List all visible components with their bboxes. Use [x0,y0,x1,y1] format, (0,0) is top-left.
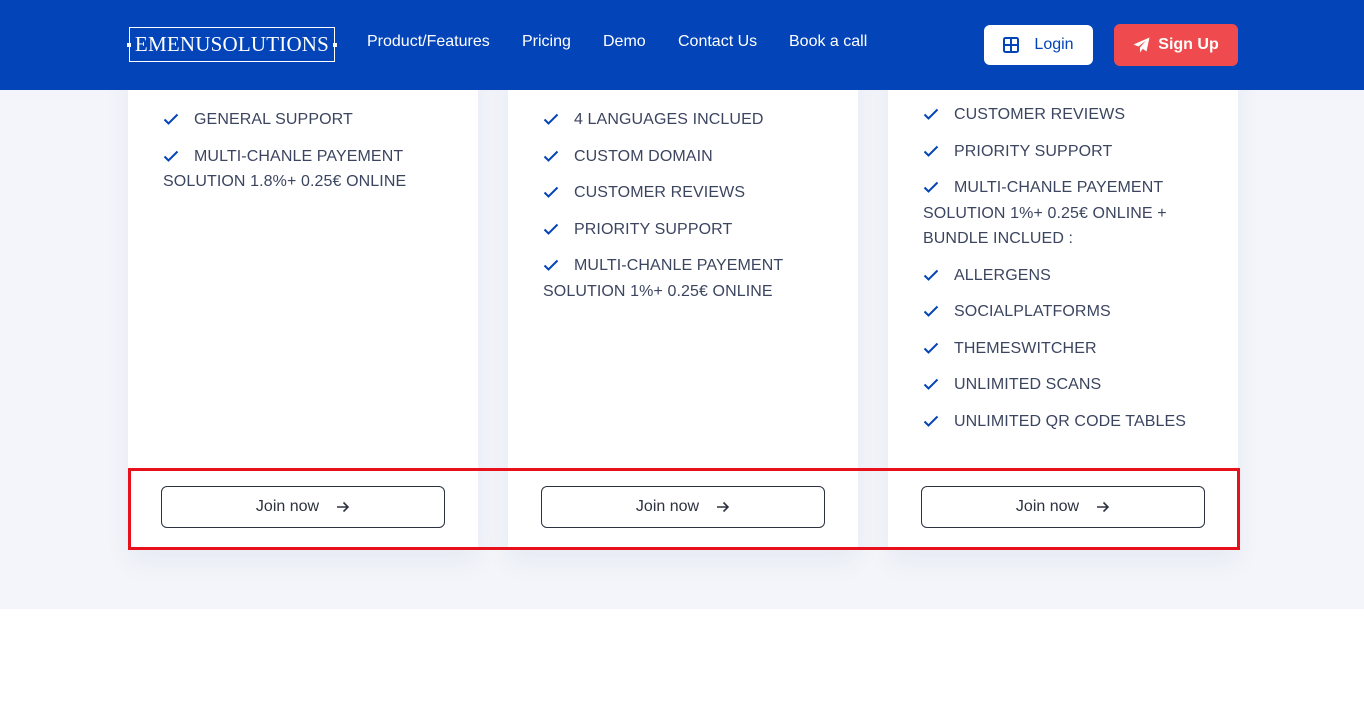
join-now-button[interactable]: Join now [541,486,825,528]
feature-item: CUSTOM DOMAIN [543,144,843,170]
pricing-section: GENERAL SUPPORT MULTI-CHANLE PAYEMENT SO… [0,0,1364,609]
nav-product-features[interactable]: Product/Features [367,33,490,51]
join-now-button[interactable]: Join now [161,486,445,528]
check-icon [923,181,939,193]
join-now-label: Join now [635,498,700,515]
arrow-right-icon [1097,501,1110,513]
join-now-label: Join now [255,498,320,515]
arrow-right-icon [717,501,730,513]
check-icon [543,259,559,271]
feature-item: UNLIMITED SCANS [923,372,1223,398]
check-icon [923,145,939,157]
check-icon [923,269,939,281]
feature-item: MULTI-CHANLE PAYEMENT SOLUTION 1%+ 0.25€… [543,253,843,304]
check-icon [543,186,559,198]
signup-label: Sign Up [1158,36,1219,53]
feature-item: THEMESWITCHER [923,336,1223,362]
check-icon [543,223,559,235]
feature-item: MULTI-CHANLE PAYEMENT SOLUTION 1.8%+ 0.2… [163,144,463,195]
join-now-label: Join now [1015,498,1080,515]
feature-item: PRIORITY SUPPORT [923,139,1223,165]
check-icon [923,415,939,427]
login-button[interactable]: Login [984,25,1093,65]
feature-label: SOCIALPLATFORMS [954,303,1111,320]
arrow-right-icon [337,501,350,513]
feature-label: CUSTOMER REVIEWS [574,184,746,201]
feature-item: MULTI-CHANLE PAYEMENT SOLUTION 1%+ 0.25€… [923,175,1223,252]
signup-button[interactable]: Sign Up [1114,24,1238,66]
feature-label: THEMESWITCHER [954,339,1097,357]
check-icon [923,378,939,390]
feature-item: CUSTOMER REVIEWS [543,180,843,206]
login-label: Login [1034,36,1074,53]
check-icon [543,113,559,125]
feature-item: ALLERGENS [923,263,1223,289]
feature-label: PRIORITY SUPPORT [574,220,733,238]
feature-label: UNLIMITED SCANS [954,376,1102,393]
check-icon [163,150,179,162]
join-now-button[interactable]: Join now [921,486,1205,528]
nav-pricing[interactable]: Pricing [522,33,571,51]
feature-label: MULTI-CHANLE PAYEMENT SOLUTION 1%+ 0.25€… [543,257,783,300]
check-icon [163,113,179,125]
feature-list: GENERAL SUPPORT MULTI-CHANLE PAYEMENT SO… [163,107,463,195]
grid-icon [1003,37,1020,53]
feature-item: CUSTOMER REVIEWS [923,102,1223,128]
feature-item: SOCIALPLATFORMS [923,299,1223,325]
feature-item: 4 LANGUAGES INCLUED [543,107,843,133]
feature-label: CUSTOM DOMAIN [574,147,713,165]
feature-label: UNLIMITED QR CODE TABLES [954,412,1187,430]
site-header: EMENUSOLUTIONS Product/Features Pricing … [0,0,1364,90]
feature-item: GENERAL SUPPORT [163,107,463,133]
feature-label: 4 LANGUAGES INCLUED [574,111,764,128]
feature-label: CUSTOMER REVIEWS [954,106,1126,123]
feature-list: 4 LANGUAGES INCLUED CUSTOM DOMAIN CUSTOM… [543,107,843,304]
check-icon [923,305,939,317]
feature-label: MULTI-CHANLE PAYEMENT SOLUTION 1%+ 0.25€… [923,179,1167,247]
feature-label: GENERAL SUPPORT [194,111,353,128]
nav-demo[interactable]: Demo [603,33,646,51]
feature-label: MULTI-CHANLE PAYEMENT SOLUTION 1.8%+ 0.2… [163,147,407,191]
nav-contact-us[interactable]: Contact Us [678,33,757,51]
feature-list: CUSTOMER REVIEWS PRIORITY SUPPORT MULTI-… [923,102,1223,434]
paper-plane-icon [1133,37,1150,53]
feature-item: PRIORITY SUPPORT [543,217,843,243]
feature-label: PRIORITY SUPPORT [954,142,1113,160]
nav-book-a-call[interactable]: Book a call [789,33,867,51]
check-icon [923,108,939,120]
feature-item: UNLIMITED QR CODE TABLES [923,409,1223,435]
check-icon [543,150,559,162]
logo[interactable]: EMENUSOLUTIONS [127,27,337,62]
feature-label: ALLERGENS [954,266,1051,284]
check-icon [923,342,939,354]
